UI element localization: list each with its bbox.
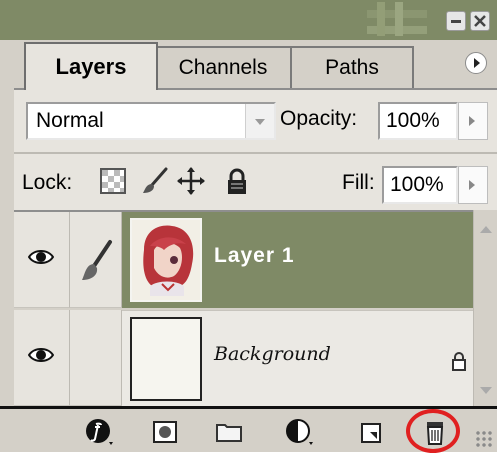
palette-title-bar[interactable] xyxy=(0,0,497,40)
chevron-down-icon[interactable] xyxy=(245,104,274,138)
adjustment-layer-icon[interactable] xyxy=(284,417,314,447)
divider xyxy=(14,152,497,154)
tab-label: Paths xyxy=(325,56,379,79)
minimize-button[interactable] xyxy=(446,11,466,31)
tab-row: Layers Channels Paths xyxy=(0,40,497,90)
layer-options: Normal Opacity: 100% Lock: Fill: 100% xyxy=(14,90,497,210)
close-icon xyxy=(474,15,486,27)
layers-palette: Layers Channels Paths Normal Opacity: 10… xyxy=(0,0,497,453)
lock-transparency-icon[interactable] xyxy=(98,166,128,196)
opacity-slider-button[interactable] xyxy=(458,102,488,140)
opacity-value: 100% xyxy=(386,109,440,132)
layer-row-body[interactable]: Layer 1 xyxy=(122,212,473,308)
fill-value: 100% xyxy=(390,173,444,196)
opacity-label: Opacity: xyxy=(280,107,358,130)
fx-icon[interactable] xyxy=(84,417,114,447)
layer-thumbnail[interactable] xyxy=(130,218,202,302)
layer-row-body[interactable]: Background xyxy=(122,310,473,407)
blend-mode-select[interactable]: Normal xyxy=(26,102,276,140)
lock-label: Lock: xyxy=(22,171,73,194)
eye-icon xyxy=(28,250,54,264)
palette-menu-button[interactable] xyxy=(465,52,487,74)
tab-label: Layers xyxy=(55,54,127,79)
lock-all-padlock-icon[interactable] xyxy=(222,166,252,196)
lock-pixels-brush-icon[interactable] xyxy=(140,166,170,196)
paintbrush-icon xyxy=(82,240,112,280)
layer-name[interactable]: Background xyxy=(214,343,331,365)
layer-thumbnail[interactable] xyxy=(130,317,202,401)
tab-channels[interactable]: Channels xyxy=(150,46,296,88)
blend-mode-value: Normal xyxy=(36,109,104,132)
palette-bottom-toolbar xyxy=(0,406,497,453)
layer-row-background[interactable]: Background xyxy=(14,310,473,407)
folder-icon[interactable] xyxy=(214,417,244,447)
title-bar-texture xyxy=(367,2,427,36)
resize-grip-icon[interactable] xyxy=(475,430,493,448)
eye-icon xyxy=(28,348,54,362)
close-button[interactable] xyxy=(470,11,490,31)
layer-link-cell[interactable] xyxy=(70,310,122,406)
visibility-toggle[interactable] xyxy=(14,310,70,406)
layers-scrollbar[interactable] xyxy=(473,210,497,406)
scroll-down-arrow-icon[interactable] xyxy=(480,387,492,394)
tab-paths[interactable]: Paths xyxy=(290,46,414,88)
layer-name[interactable]: Layer 1 xyxy=(214,244,295,268)
layer-row-layer-1[interactable]: Layer 1 xyxy=(14,212,473,308)
visibility-toggle[interactable] xyxy=(14,212,70,308)
lock-position-move-icon[interactable] xyxy=(176,166,206,196)
new-layer-icon[interactable] xyxy=(356,417,386,447)
tab-layers[interactable]: Layers xyxy=(24,42,158,90)
fill-slider-button[interactable] xyxy=(458,166,488,204)
scroll-up-arrow-icon[interactable] xyxy=(480,226,492,233)
layers-list: Layer 1 Background xyxy=(14,210,473,408)
tab-label: Channels xyxy=(178,56,268,79)
padlock-icon xyxy=(452,352,466,371)
fill-input[interactable]: 100% xyxy=(382,166,458,204)
layer-mask-icon[interactable] xyxy=(150,417,180,447)
trash-highlight-circle xyxy=(406,409,460,453)
layer-link-cell[interactable] xyxy=(70,212,122,308)
opacity-input[interactable]: 100% xyxy=(378,102,458,140)
fill-label: Fill: xyxy=(342,171,375,194)
anime-girl-thumbnail-image xyxy=(143,225,194,296)
